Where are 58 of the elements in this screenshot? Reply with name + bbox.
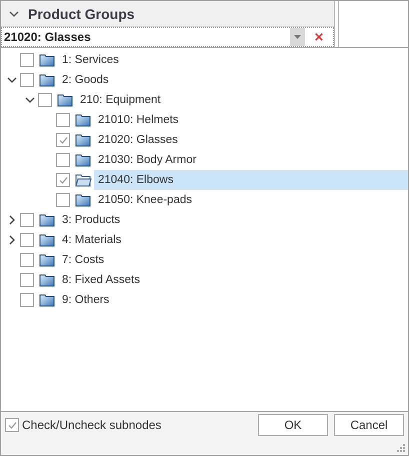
clear-button[interactable]: × bbox=[305, 28, 333, 46]
expander-icon[interactable] bbox=[25, 95, 35, 105]
checkbox[interactable] bbox=[38, 93, 52, 107]
folder-icon bbox=[39, 213, 56, 227]
folder-icon bbox=[39, 233, 56, 247]
checkbox-label[interactable]: Check/Uncheck subnodes bbox=[22, 418, 162, 432]
combo-value: 21020: Glasses bbox=[3, 30, 92, 44]
checkbox[interactable] bbox=[20, 293, 34, 307]
folder-icon bbox=[39, 53, 56, 67]
tree-node[interactable]: 2: Goods bbox=[58, 70, 408, 90]
caret-icon bbox=[294, 35, 301, 39]
expander-icon[interactable] bbox=[7, 215, 17, 225]
folder-icon bbox=[39, 293, 56, 307]
checkbox[interactable] bbox=[20, 273, 34, 287]
tree-node[interactable]: 210: Equipment bbox=[76, 90, 408, 110]
tree-node[interactable]: 7: Costs bbox=[58, 250, 408, 270]
tree-node[interactable]: 21050: Knee-pads bbox=[94, 190, 408, 210]
panel-title: Product Groups bbox=[28, 6, 135, 22]
checkbox[interactable] bbox=[56, 153, 70, 167]
folder-icon bbox=[39, 273, 56, 287]
checkbox[interactable] bbox=[20, 213, 34, 227]
expander-icon[interactable] bbox=[7, 235, 17, 245]
checkbox[interactable] bbox=[20, 53, 34, 67]
checkbox[interactable] bbox=[20, 73, 34, 87]
tree-node[interactable]: 21020: Glasses bbox=[94, 130, 408, 150]
folder-icon bbox=[39, 253, 56, 267]
folder-icon bbox=[39, 73, 56, 87]
folder-icon bbox=[57, 93, 74, 107]
checkbox[interactable] bbox=[20, 253, 34, 267]
checkbox[interactable] bbox=[56, 193, 70, 207]
group-combo[interactable]: 21020: Glasses × bbox=[1, 27, 334, 47]
folder-icon bbox=[75, 113, 92, 127]
tree-node[interactable]: 21040: Elbows bbox=[94, 170, 408, 190]
folder-icon bbox=[75, 193, 92, 207]
checkbox[interactable] bbox=[5, 418, 19, 432]
cancel-button[interactable]: Cancel bbox=[334, 414, 404, 436]
resize-grip-icon[interactable] bbox=[397, 444, 405, 452]
tree-node[interactable]: 21010: Helmets bbox=[94, 110, 408, 130]
check-icon bbox=[6, 420, 18, 430]
check-icon bbox=[58, 174, 68, 186]
checkbox[interactable] bbox=[56, 113, 70, 127]
folder-icon bbox=[75, 153, 92, 167]
tree-node[interactable]: 1: Services bbox=[58, 50, 408, 70]
tree-node[interactable]: 3: Products bbox=[58, 210, 408, 230]
folder-icon bbox=[75, 133, 92, 147]
panel-header[interactable]: Product Groups bbox=[1, 1, 334, 27]
checkbox[interactable] bbox=[56, 173, 70, 187]
checkbox[interactable] bbox=[20, 233, 34, 247]
tree-node[interactable]: 9: Others bbox=[58, 290, 408, 310]
tree-node[interactable]: 21030: Body Armor bbox=[94, 150, 408, 170]
expander-icon[interactable] bbox=[7, 75, 17, 85]
checkbox[interactable] bbox=[56, 133, 70, 147]
open-folder-icon bbox=[75, 173, 92, 187]
tree-node[interactable]: 8: Fixed Assets bbox=[58, 270, 408, 290]
check-icon bbox=[58, 134, 68, 146]
tree-node[interactable]: 4: Materials bbox=[58, 230, 408, 250]
dropdown-button[interactable] bbox=[290, 28, 305, 46]
ok-button[interactable]: OK bbox=[258, 414, 328, 436]
